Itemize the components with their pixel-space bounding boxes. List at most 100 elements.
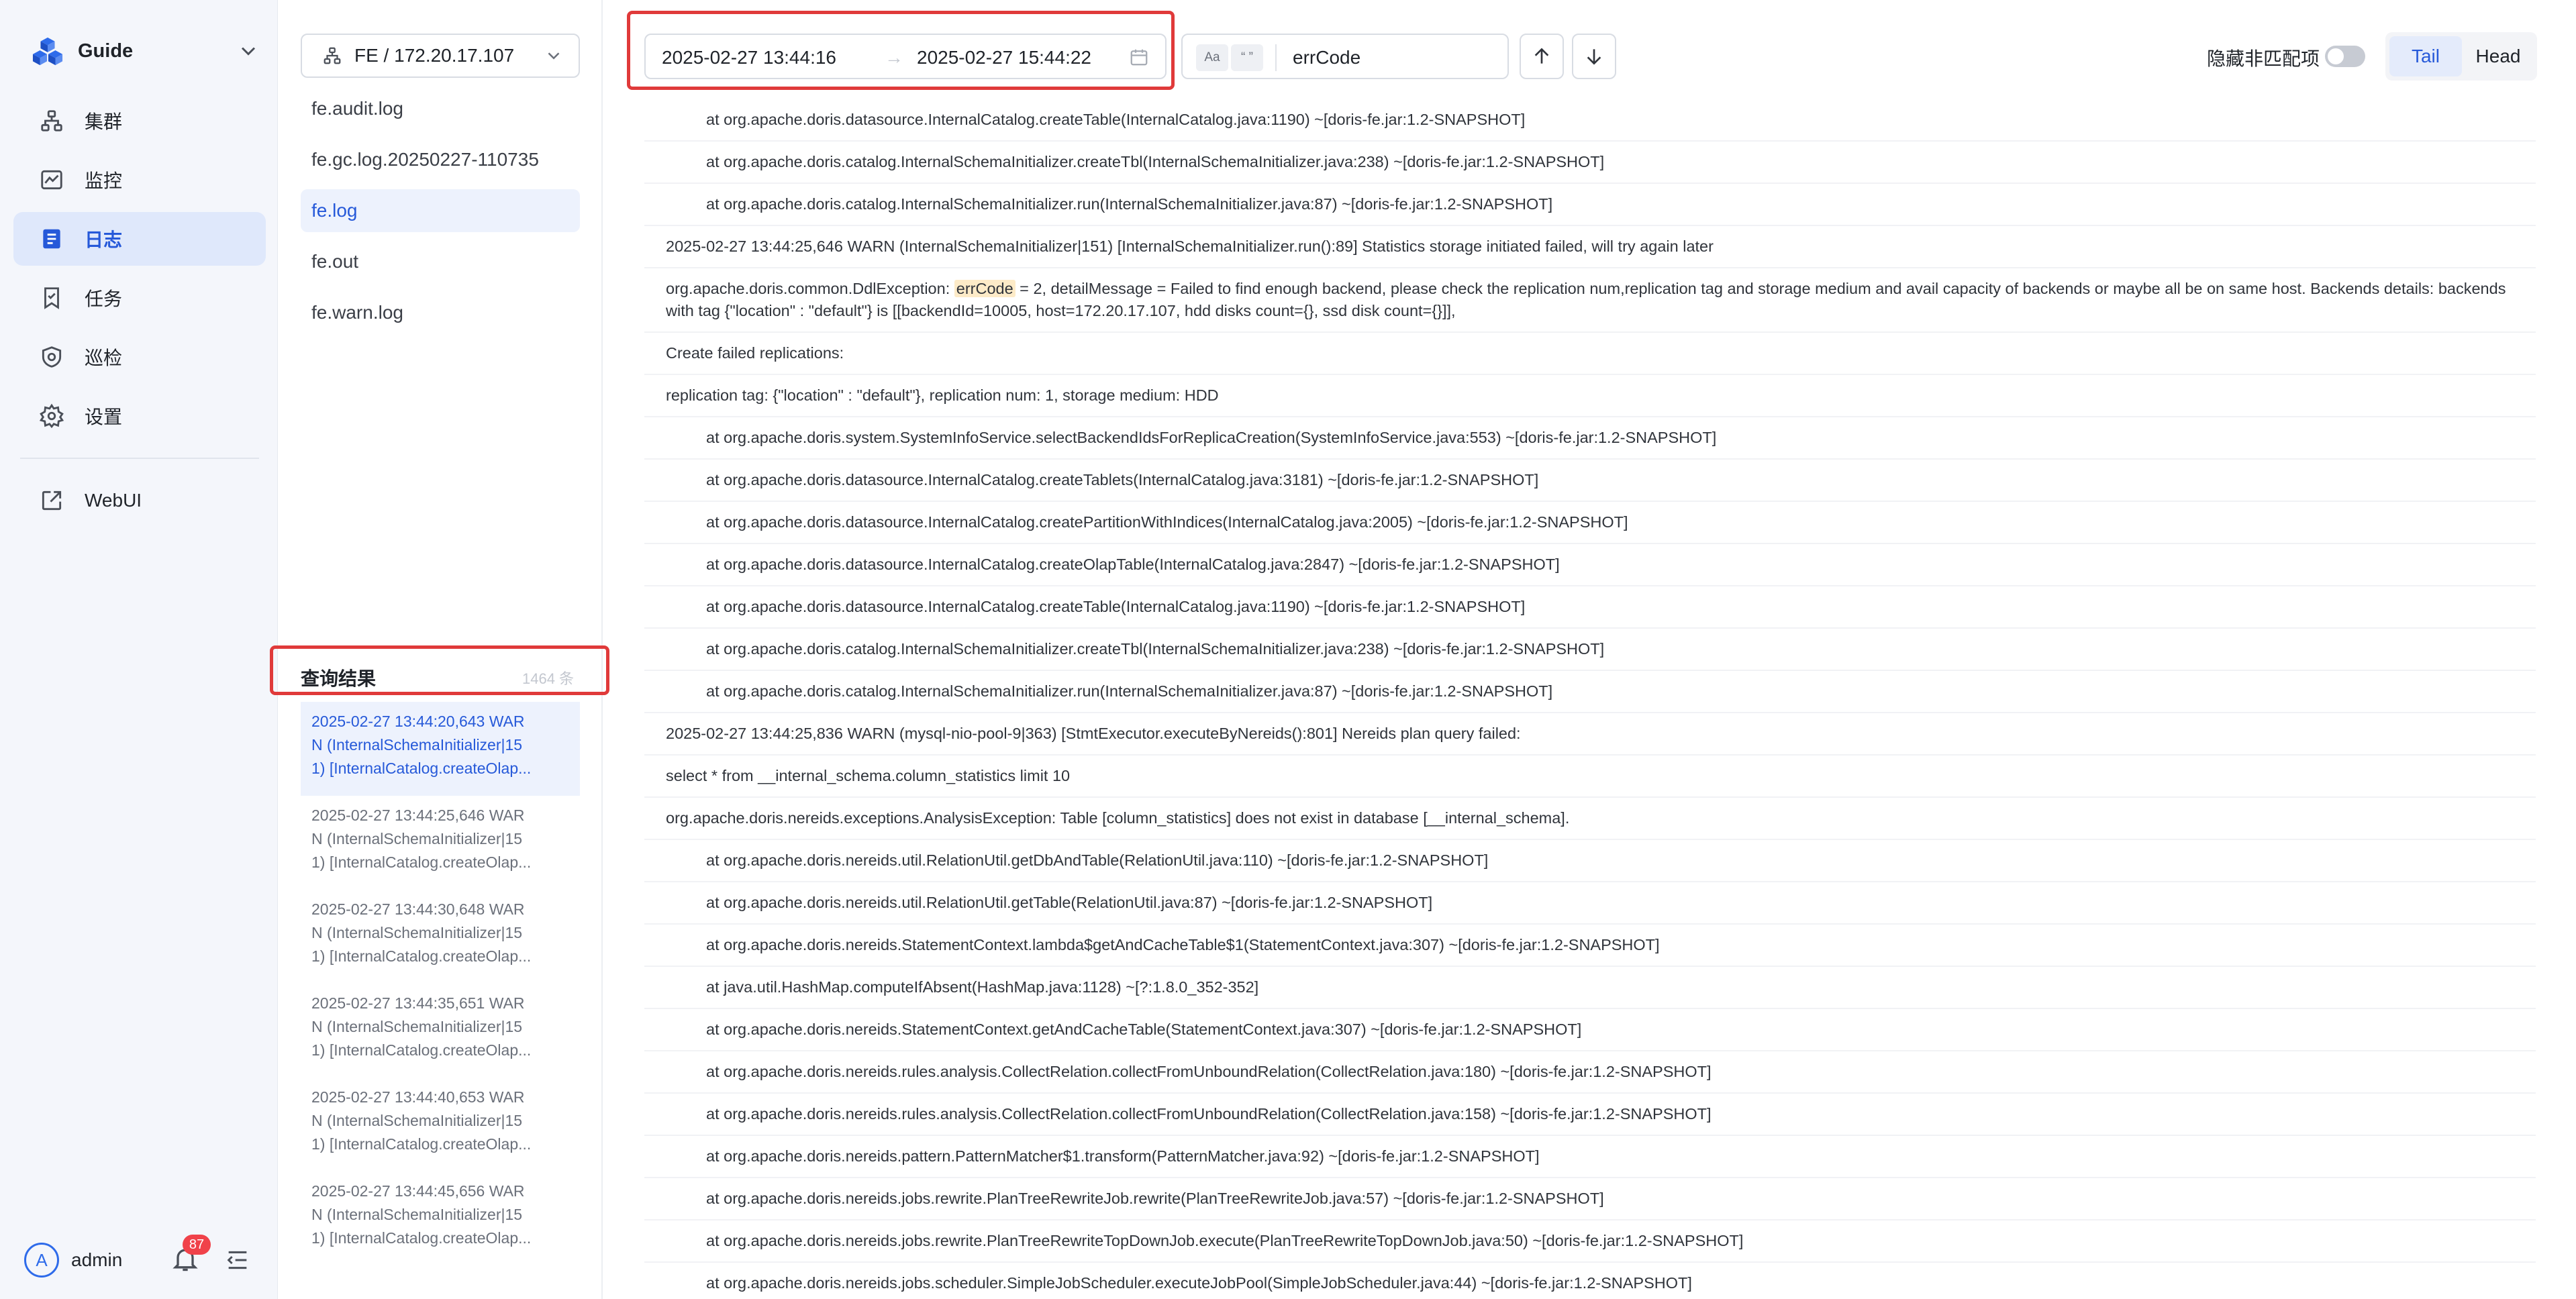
tail-button[interactable]: Tail [2389, 36, 2462, 76]
log-line: at org.apache.doris.datasource.InternalC… [644, 99, 2536, 142]
notification-badge: 87 [183, 1235, 211, 1255]
workspace-name: Guide [78, 40, 134, 62]
time-range-picker[interactable]: 2025-02-27 13:44:16 → 2025-02-27 15:44:2… [644, 34, 1167, 79]
result-item[interactable]: 2025-02-27 13:44:30,648 WAR N (InternalS… [301, 890, 580, 984]
log-line: at org.apache.doris.nereids.jobs.rewrite… [644, 1178, 2536, 1220]
file-item[interactable]: fe.gc.log.20250227-110735 [301, 138, 580, 181]
file-item[interactable]: fe.audit.log [301, 87, 580, 130]
next-match-button[interactable] [1572, 34, 1616, 79]
result-line: 1) [InternalCatalog.createOlap... [311, 947, 532, 965]
collapse-menu-icon[interactable] [224, 1247, 251, 1274]
file-item[interactable]: fe.out [301, 240, 580, 283]
match-case-toggle[interactable]: Aa [1196, 44, 1228, 71]
result-line: 2025-02-27 13:44:40,653 WAR [311, 1088, 525, 1106]
log-text: org.apache.doris.common.DdlException: [666, 280, 954, 297]
external-link-icon [42, 490, 62, 511]
menu-item-webui[interactable]: WebUI [13, 474, 266, 527]
menu-item-label: WebUI [85, 490, 142, 511]
result-line: N (InternalSchemaInitializer|15 [311, 1112, 523, 1129]
workspace-switcher[interactable]: Guide [32, 32, 260, 70]
log-line: at org.apache.doris.catalog.InternalSche… [644, 671, 2536, 713]
menu-item-logs[interactable]: 日志 [13, 212, 266, 266]
calendar-icon[interactable] [1129, 47, 1149, 67]
menu-item-label: 任务 [85, 289, 123, 309]
prev-match-button[interactable] [1520, 34, 1564, 79]
time-end[interactable]: 2025-02-27 15:44:22 [917, 47, 1091, 68]
result-line: 1) [InternalCatalog.createOlap... [311, 853, 532, 871]
result-item[interactable]: 2025-02-27 13:44:25,646 WAR N (InternalS… [301, 796, 580, 890]
task-icon [44, 287, 59, 309]
log-line: at org.apache.doris.datasource.InternalC… [644, 544, 2536, 586]
time-start[interactable]: 2025-02-27 13:44:16 [662, 47, 836, 68]
query-results-title: 查询结果 [301, 668, 377, 689]
menu-item-inspect[interactable]: 巡检 [13, 330, 266, 384]
log-line: at org.apache.doris.datasource.InternalC… [644, 460, 2536, 502]
menu-item-label: 设置 [85, 407, 123, 427]
log-search-input[interactable]: Aa “ ” errCode [1181, 34, 1509, 79]
menu-item-label: 日志 [85, 229, 123, 250]
query-results-list: 2025-02-27 13:44:20,643 WAR N (InternalS… [301, 702, 580, 1265]
hide-unmatched-label: 隐藏非匹配项 [2207, 48, 2320, 69]
log-line: at org.apache.doris.datasource.InternalC… [644, 586, 2536, 629]
result-line: N (InternalSchemaInitializer|15 [311, 736, 523, 754]
result-line: 2025-02-27 13:44:30,648 WAR [311, 900, 525, 918]
head-button[interactable]: Head [2463, 36, 2533, 76]
arrow-right-icon: → [885, 47, 903, 68]
arrow-down-icon [1587, 49, 1601, 65]
log-line: org.apache.doris.nereids.exceptions.Anal… [644, 798, 2536, 840]
query-results-count: 1464 条 [522, 670, 575, 687]
result-line: N (InternalSchemaInitializer|15 [311, 924, 523, 941]
log-line: at org.apache.doris.catalog.InternalSche… [644, 142, 2536, 184]
result-line: 1) [InternalCatalog.createOlap... [311, 760, 532, 777]
log-line: replication tag: {"location" : "default"… [644, 375, 2536, 417]
result-line: 2025-02-27 13:44:20,643 WAR [311, 713, 525, 730]
cubes-logo-icon [32, 37, 63, 66]
cluster-icon [41, 110, 62, 132]
monitor-icon [41, 170, 62, 190]
hide-unmatched-toggle[interactable] [2325, 46, 2365, 67]
log-line: select * from __internal_schema.column_s… [644, 756, 2536, 798]
avatar[interactable]: A [24, 1243, 59, 1278]
result-line: 1) [InternalCatalog.createOlap... [311, 1135, 532, 1153]
log-line: at java.util.HashMap.computeIfAbsent(Has… [644, 967, 2536, 1009]
menu-item-tasks[interactable]: 任务 [13, 271, 266, 325]
file-item-selected[interactable]: fe.log [301, 189, 580, 232]
log-line: at org.apache.doris.datasource.InternalC… [644, 502, 2536, 544]
log-line: 2025-02-27 13:44:25,836 WARN (mysql-nio-… [644, 713, 2536, 756]
log-line: at org.apache.doris.nereids.util.Relatio… [644, 882, 2536, 925]
result-item[interactable]: 2025-02-27 13:44:35,651 WAR N (InternalS… [301, 984, 580, 1078]
menu-item-monitor[interactable]: 监控 [13, 153, 266, 207]
menu-item-label: 监控 [85, 170, 123, 191]
log-file-list: fe.audit.log fe.gc.log.20250227-110735 f… [301, 87, 580, 342]
node-select-value: FE / 172.20.17.107 [354, 45, 515, 66]
file-item[interactable]: fe.warn.log [301, 291, 580, 334]
log-icon [43, 229, 60, 249]
exact-match-toggle[interactable]: “ ” [1231, 44, 1263, 71]
result-line: 2025-02-27 13:44:45,656 WAR [311, 1182, 525, 1200]
log-line: at org.apache.doris.nereids.pattern.Patt… [644, 1136, 2536, 1178]
menu-item-cluster[interactable]: 集群 [13, 94, 266, 148]
user-bar: A admin 87 [24, 1235, 259, 1282]
result-item[interactable]: 2025-02-27 13:44:40,653 WAR N (InternalS… [301, 1078, 580, 1172]
result-line: 2025-02-27 13:44:35,651 WAR [311, 994, 525, 1012]
chevron-down-icon [241, 47, 256, 56]
node-select[interactable]: FE / 172.20.17.107 [301, 34, 580, 78]
result-item[interactable]: 2025-02-27 13:44:20,643 WAR N (InternalS… [301, 702, 580, 796]
result-line: N (InternalSchemaInitializer|15 [311, 1018, 523, 1035]
log-line: at org.apache.doris.nereids.jobs.schedul… [644, 1263, 2536, 1299]
menu-item-label: 集群 [85, 111, 123, 132]
log-viewer: at org.apache.doris.datasource.InternalC… [644, 99, 2536, 1299]
log-line: at org.apache.doris.nereids.rules.analys… [644, 1051, 2536, 1094]
search-match-highlight: errCode [954, 280, 1015, 297]
log-line: at org.apache.doris.nereids.StatementCon… [644, 1009, 2536, 1051]
log-line: Create failed replications: [644, 333, 2536, 375]
menu-item-settings[interactable]: 设置 [13, 389, 266, 443]
log-line-match: org.apache.doris.common.DdlException: er… [644, 268, 2536, 333]
result-item[interactable]: 2025-02-27 13:44:45,656 WAR N (InternalS… [301, 1172, 580, 1265]
arrow-up-icon [1534, 48, 1549, 64]
user-name[interactable]: admin [71, 1249, 122, 1271]
main-menu: 集群 监控 日志 任务 巡检 设置 WebUI [13, 94, 266, 533]
search-value[interactable]: errCode [1293, 47, 1360, 68]
menu-item-label: 巡检 [85, 348, 123, 368]
log-line: at org.apache.doris.system.SystemInfoSer… [644, 417, 2536, 460]
